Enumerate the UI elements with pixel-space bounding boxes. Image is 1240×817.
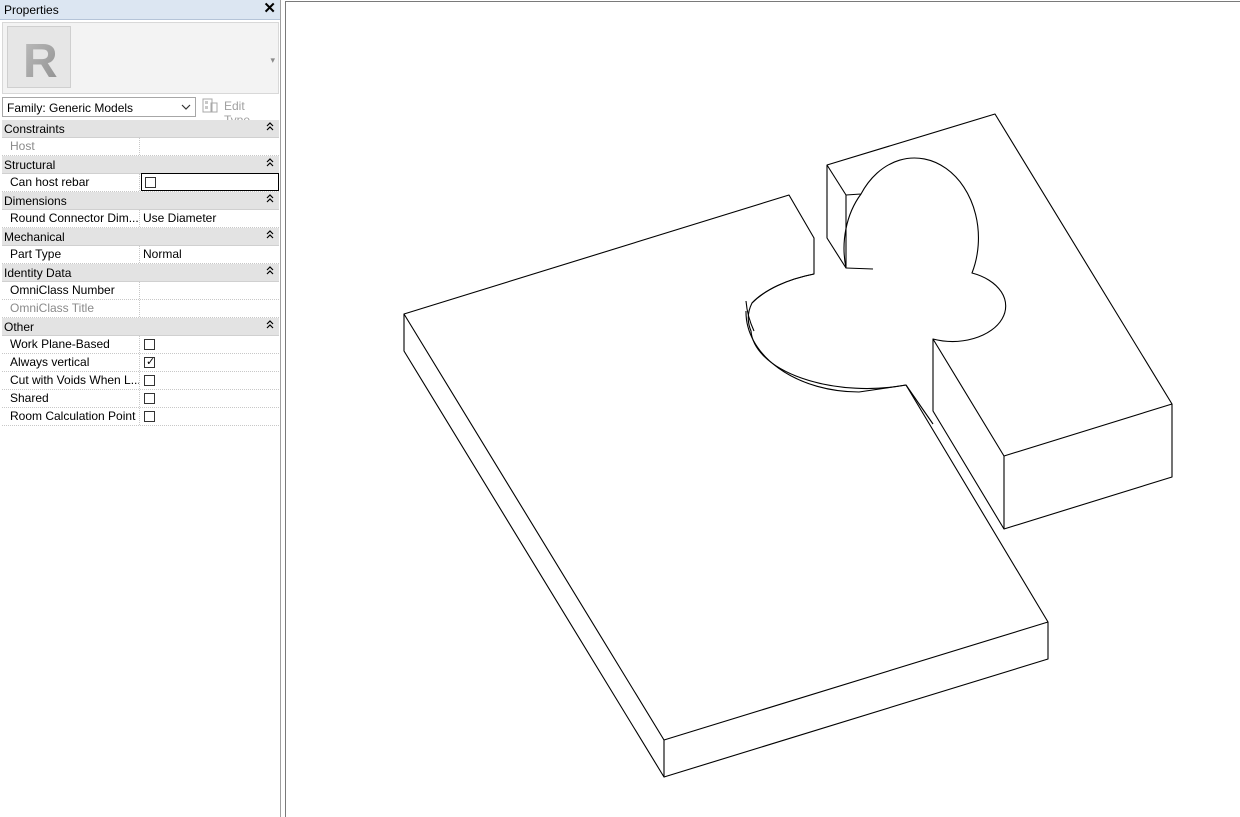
property-name: Can host rebar (2, 174, 140, 191)
property-name: OmniClass Title (2, 300, 140, 317)
group-dimensions[interactable]: Dimensions (2, 192, 279, 210)
collapse-icon[interactable] (266, 229, 274, 242)
hole-bottom-edge (745, 300, 755, 332)
can-host-rebar-checkbox[interactable] (145, 177, 156, 188)
cut-with-voids-checkbox[interactable] (144, 375, 155, 386)
svg-text:R: R (23, 35, 58, 87)
properties-titlebar[interactable]: Properties ✕ (0, 0, 280, 20)
group-label: Dimensions (4, 194, 67, 208)
property-value (141, 138, 279, 155)
property-name: Round Connector Dim... (2, 210, 140, 227)
properties-panel: Properties ✕ R ▾ Family: Generic Models (0, 0, 281, 817)
hole-wall-left (751, 273, 815, 304)
property-value (141, 300, 279, 317)
property-row-omniclass-number: OmniClass Number (2, 282, 279, 300)
type-preview[interactable]: R ▾ (2, 22, 279, 94)
slab-top-face (403, 194, 1049, 741)
property-name: Part Type (2, 246, 140, 263)
property-value (141, 372, 279, 389)
collapse-icon[interactable] (266, 319, 274, 332)
property-row-cut-with-voids: Cut with Voids When L... (2, 372, 279, 390)
slab-side-front (663, 622, 1049, 778)
property-row-work-plane-based: Work Plane-Based (2, 336, 279, 354)
property-value (141, 173, 279, 191)
group-mechanical[interactable]: Mechanical (2, 228, 279, 246)
property-name: Always vertical (2, 354, 140, 371)
property-name: Room Calculation Point (2, 408, 140, 425)
property-row-always-vertical: Always vertical ✓ (2, 354, 279, 372)
collapse-icon[interactable] (266, 157, 274, 170)
hole-bottom-arc (745, 310, 907, 393)
collapse-icon[interactable] (266, 193, 274, 206)
chevron-down-icon (181, 100, 191, 117)
3d-model-drawing[interactable] (286, 2, 1240, 817)
part-type-value[interactable]: Normal (141, 246, 279, 263)
collapse-icon[interactable] (266, 265, 274, 278)
block-side-left (932, 339, 1005, 530)
group-label: Mechanical (4, 230, 65, 244)
block-side-front (1003, 404, 1173, 530)
slab-inner-edge (905, 384, 934, 425)
always-vertical-checkbox[interactable]: ✓ (144, 356, 156, 368)
slab-side-left (403, 314, 665, 778)
property-name: Cut with Voids When L... (2, 372, 140, 389)
block-inner-wall (826, 164, 847, 196)
block-top-face (826, 113, 1173, 457)
family-type-selector[interactable]: Family: Generic Models (2, 97, 196, 117)
shared-checkbox[interactable] (144, 393, 155, 404)
checkmark-icon: ✓ (146, 356, 156, 368)
property-value (141, 390, 279, 407)
round-connector-value[interactable]: Use Diameter (141, 210, 279, 227)
group-label: Structural (4, 158, 56, 172)
property-row-host: Host (2, 138, 279, 156)
3d-view-canvas[interactable] (285, 1, 1240, 817)
close-icon[interactable]: ✕ (263, 1, 276, 17)
property-name: OmniClass Number (2, 282, 140, 299)
property-value: ✓ (141, 354, 279, 371)
group-label: Identity Data (4, 266, 72, 280)
edit-type-icon (202, 98, 218, 114)
property-value (141, 408, 279, 425)
property-name: Shared (2, 390, 140, 407)
block-inner-arc (843, 193, 862, 269)
preview-dropdown-icon[interactable]: ▾ (270, 55, 275, 66)
group-other[interactable]: Other (2, 318, 279, 336)
property-row-can-host-rebar: Can host rebar (2, 173, 279, 192)
group-identity-data[interactable]: Identity Data (2, 264, 279, 282)
property-name: Host (2, 138, 140, 155)
property-row-room-calculation-point: Room Calculation Point (2, 408, 279, 426)
work-plane-based-checkbox[interactable] (144, 339, 155, 350)
property-row-omniclass-title: OmniClass Title (2, 300, 279, 318)
property-row-shared: Shared (2, 390, 279, 408)
property-value (141, 336, 279, 353)
properties-grid: Constraints Host Structural Can host reb… (2, 120, 279, 426)
omniclass-number-value[interactable] (141, 282, 279, 299)
group-label: Constraints (4, 122, 65, 136)
property-row-part-type: Part Type Normal (2, 246, 279, 264)
group-constraints[interactable]: Constraints (2, 120, 279, 138)
block-hole-edge (845, 267, 874, 270)
property-name: Work Plane-Based (2, 336, 140, 353)
family-type-value: Family: Generic Models (7, 101, 134, 115)
group-structural[interactable]: Structural (2, 156, 279, 174)
group-label: Other (4, 320, 35, 334)
property-row-round-connector: Round Connector Dim... Use Diameter (2, 210, 279, 228)
revit-logo-icon: R (7, 26, 71, 88)
panel-title: Properties (4, 3, 59, 17)
collapse-icon[interactable] (266, 121, 274, 134)
room-calculation-point-checkbox[interactable] (144, 411, 155, 422)
